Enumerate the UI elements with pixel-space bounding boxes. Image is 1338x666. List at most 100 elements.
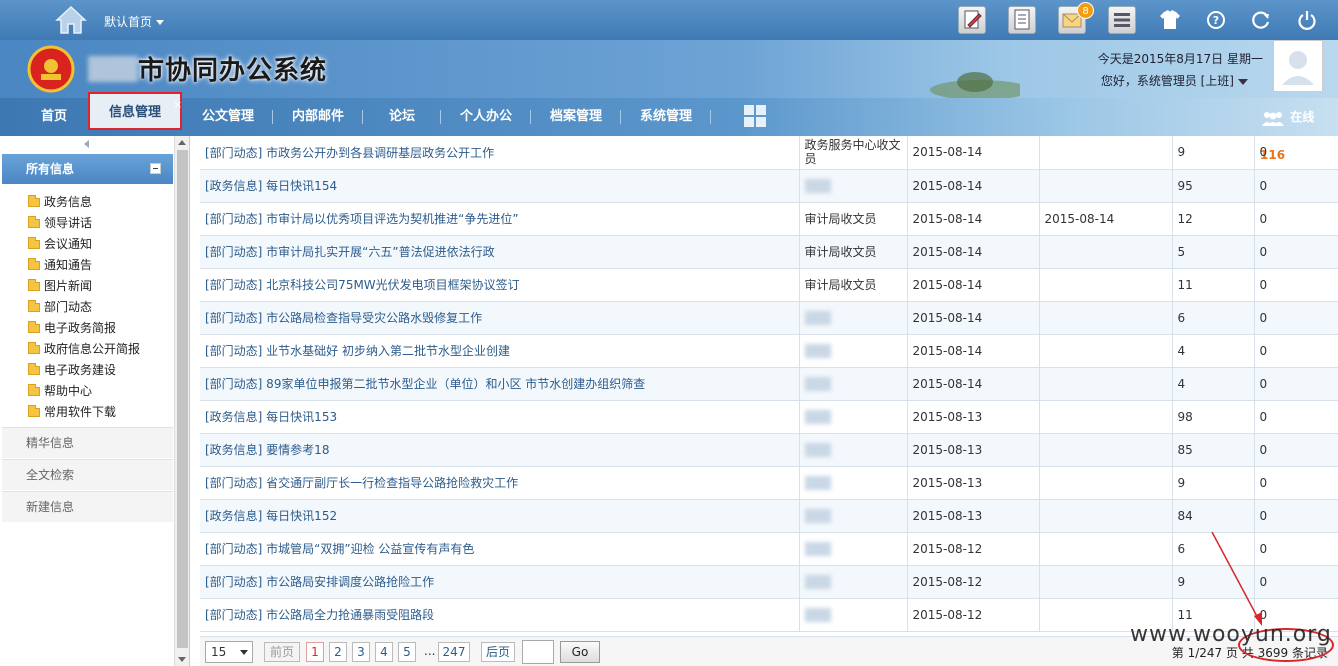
redacted-unit [804, 508, 831, 523]
mail-badge: 8 [1077, 2, 1094, 19]
page-button-4[interactable]: 4 [375, 642, 393, 662]
sidebar-item[interactable]: 部门动态 [28, 297, 140, 318]
sidebar-panel-header[interactable]: 所有信息 [2, 154, 173, 184]
page-button-3[interactable]: 3 [352, 642, 370, 662]
refresh-icon[interactable] [1247, 6, 1275, 34]
next-page-button[interactable]: 后页 [481, 642, 515, 662]
table-row[interactable]: [政务信息] 要情参考18 2015-08-13 85 0 [200, 433, 1338, 467]
sidebar-item[interactable]: 电子政务简报 [28, 318, 140, 339]
table-row[interactable]: [部门动态] 市审计局扎实开展“六五”普法促进依法行政 审计局收文员 2015-08… [200, 235, 1338, 269]
row-title[interactable]: [部门动态] 市公路局检查指导受灾公路水毁修复工作 [200, 301, 800, 335]
sidebar-section-new-info[interactable]: 新建信息 [2, 491, 173, 522]
row-views: 4 [1172, 334, 1255, 368]
sidebar: 所有信息 政务信息 领导讲话 会议通知 通知通告 图片新闻 部门动态 电子政务简… [0, 136, 190, 666]
sidebar-section-fulltext-search[interactable]: 全文检索 [2, 459, 173, 490]
prev-page-button[interactable]: 前页 [264, 642, 300, 662]
row-date: 2015-08-14 [907, 268, 1040, 302]
skin-shirt-icon[interactable] [1156, 6, 1184, 34]
help-icon[interactable]: ? [1202, 6, 1230, 34]
nav-forum[interactable]: 论坛 [370, 98, 434, 136]
scroll-up-icon[interactable] [178, 140, 186, 145]
sidebar-item-label: 常用软件下载 [44, 405, 117, 419]
table-row[interactable]: [部门动态] 市城管局“双拥”迎检 公益宣传有声有色 2015-08-12 6 0 [200, 532, 1338, 566]
user-status-label: 您好，系统管理员 [上班] [1100, 74, 1234, 88]
row-title[interactable]: [部门动态] 业节水基础好 初步纳入第二批节水型企业创建 [200, 334, 800, 368]
collapse-arrow-icon[interactable] [84, 140, 89, 148]
table-row[interactable]: [部门动态] 市政务公开办到各县调研基层政务公开工作 政务服务中心收文员 2015-… [200, 136, 1338, 170]
collapse-minus-icon[interactable] [150, 163, 161, 174]
sidebar-item[interactable]: 电子政务建设 [28, 360, 140, 381]
sidebar-scrollbar[interactable] [174, 136, 189, 666]
table-row[interactable]: [部门动态] 业节水基础好 初步纳入第二批节水型企业创建 2015-08-14 4 0 [200, 334, 1338, 368]
page-number-input[interactable] [522, 640, 554, 664]
grid-apps-icon[interactable] [743, 104, 767, 128]
sidebar-section-featured[interactable]: 精华信息 [2, 427, 173, 458]
row-title[interactable]: [部门动态] 省交通厅副厅长一行检查指导公路抢险救灾工作 [200, 466, 800, 500]
user-status[interactable]: 您好，系统管理员 [上班] [1101, 72, 1248, 89]
table-row[interactable]: [部门动态] 北京科技公司75MW光伏发电项目框架协议签订 审计局收文员 2015-… [200, 268, 1338, 302]
row-title[interactable]: [部门动态] 市公路局安排调度公路抢险工作 [200, 565, 800, 599]
row-title[interactable]: [部门动态] 市审计局以优秀项目评选为契机推进“争先进位” [200, 202, 800, 236]
row-views: 6 [1172, 301, 1255, 335]
row-unit: 审计局收文员 [799, 202, 908, 236]
row-title[interactable]: [部门动态] 北京科技公司75MW光伏发电项目框架协议签订 [200, 268, 800, 302]
table-row[interactable]: [政务信息] 每日快讯154 2015-08-14 95 0 [200, 169, 1338, 203]
sidebar-item[interactable]: 领导讲话 [28, 213, 140, 234]
default-home-menu[interactable]: 默认首页 [104, 13, 165, 30]
list-icon[interactable] [1108, 6, 1136, 34]
page-button-2[interactable]: 2 [329, 642, 347, 662]
sidebar-item[interactable]: 会议通知 [28, 234, 140, 255]
sidebar-item[interactable]: 政府信息公开简报 [28, 339, 140, 360]
online-users[interactable]: 在线116 [1260, 98, 1338, 162]
sidebar-item[interactable]: 政务信息 [28, 192, 140, 213]
go-button[interactable]: Go [560, 641, 600, 663]
redacted-unit [804, 442, 831, 457]
table-row[interactable]: [部门动态] 市审计局以优秀项目评选为契机推进“争先进位” 审计局收文员 2015-… [200, 202, 1338, 236]
table-row[interactable]: [政务信息] 每日快讯153 2015-08-13 98 0 [200, 400, 1338, 434]
nav-internal-mail[interactable]: 内部邮件 [280, 98, 356, 136]
nav-document-management[interactable]: 公文管理 [190, 98, 266, 136]
row-title[interactable]: [部门动态] 89家单位申报第二批节水型企业（单位）和小区 市节水创建办组织筛查 [200, 367, 800, 401]
nav-personal-office[interactable]: 个人办公 [448, 98, 524, 136]
row-title[interactable]: [政务信息] 每日快讯153 [200, 400, 800, 434]
nav-home[interactable]: 首页 [22, 98, 86, 136]
row-title[interactable]: [政务信息] 每日快讯152 [200, 499, 800, 533]
row-unit [799, 400, 908, 434]
table-row[interactable]: [部门动态] 市公路局检查指导受灾公路水毁修复工作 2015-08-14 6 0 [200, 301, 1338, 335]
sidebar-item[interactable]: 图片新闻 [28, 276, 140, 297]
row-title[interactable]: [部门动态] 市政务公开办到各县调研基层政务公开工作 [200, 136, 800, 170]
row-unit [799, 169, 908, 203]
sidebar-item[interactable]: 常用软件下载 [28, 402, 140, 423]
row-views: 85 [1172, 433, 1255, 467]
scroll-down-icon[interactable] [178, 657, 186, 662]
watermark: www.wooyun.org [1130, 622, 1332, 647]
page-size-select[interactable]: 15 [205, 641, 253, 663]
table-row[interactable]: [部门动态] 89家单位申报第二批节水型企业（单位）和小区 市节水创建办组织筛查… [200, 367, 1338, 401]
avatar[interactable] [1273, 40, 1323, 92]
row-title[interactable]: [政务信息] 要情参考18 [200, 433, 800, 467]
nav-info-management[interactable]: 信息管理 [88, 92, 182, 130]
mail-icon[interactable]: 8 [1058, 2, 1094, 34]
date-line: 今天是2015年8月17日 星期一 [1097, 52, 1263, 66]
sidebar-item[interactable]: 通知通告 [28, 255, 140, 276]
table-row[interactable]: [部门动态] 省交通厅副厅长一行检查指导公路抢险救灾工作 2015-08-13 9 0 [200, 466, 1338, 500]
redacted-unit [804, 376, 831, 391]
close-icon[interactable]: × [173, 98, 182, 111]
write-icon[interactable] [958, 6, 986, 34]
nav-system-management[interactable]: 系统管理 [628, 98, 704, 136]
nav-archive-management[interactable]: 档案管理 [538, 98, 614, 136]
page-button-5[interactable]: 5 [398, 642, 416, 662]
sidebar-item[interactable]: 帮助中心 [28, 381, 140, 402]
row-title[interactable]: [部门动态] 市公路局全力抢通暴雨受阻路段 [200, 598, 800, 632]
row-title[interactable]: [部门动态] 市审计局扎实开展“六五”普法促进依法行政 [200, 235, 800, 269]
power-icon[interactable] [1293, 6, 1321, 34]
table-row[interactable]: [部门动态] 市公路局安排调度公路抢险工作 2015-08-12 9 0 [200, 565, 1338, 599]
home-icon[interactable] [54, 4, 88, 36]
last-page-button[interactable]: 247 [438, 642, 470, 662]
page-button-1[interactable]: 1 [306, 642, 324, 662]
scrollbar-thumb[interactable] [177, 150, 188, 648]
row-title[interactable]: [政务信息] 每日快讯154 [200, 169, 800, 203]
row-title[interactable]: [部门动态] 市城管局“双拥”迎检 公益宣传有声有色 [200, 532, 800, 566]
table-row[interactable]: [政务信息] 每日快讯152 2015-08-13 84 0 [200, 499, 1338, 533]
document-icon[interactable] [1008, 6, 1036, 34]
